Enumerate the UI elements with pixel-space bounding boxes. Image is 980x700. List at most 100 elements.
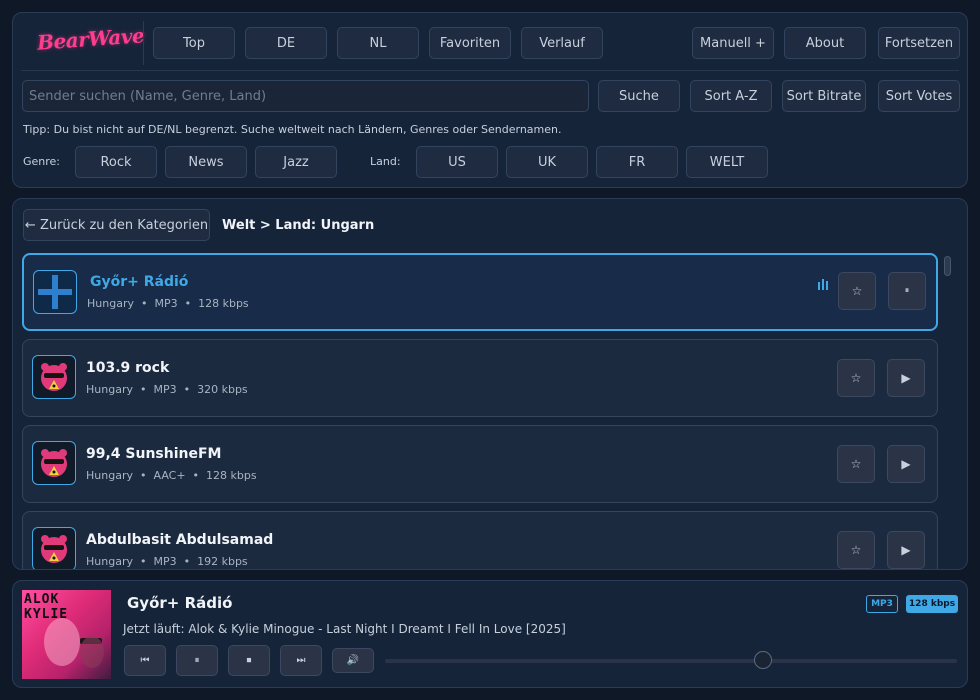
station-codec: MP3 (153, 383, 177, 396)
play-icon: ▶ (901, 371, 911, 385)
genre-label: Genre: (23, 155, 61, 168)
back-to-categories-button[interactable]: ← Zurück zu den Kategorien (23, 209, 210, 241)
star-icon: ☆ (850, 371, 862, 385)
equalizer-icon (818, 279, 828, 290)
station-card[interactable]: Abdulbasit Abdulsamad Hungary • MP3 • 19… (22, 511, 938, 569)
search-input[interactable] (22, 80, 589, 112)
nav-history-button[interactable]: Verlauf (521, 27, 603, 59)
station-card-active[interactable]: Győr+ Rádió Hungary • MP3 • 128 kbps ☆ ⏸ (22, 253, 938, 331)
station-country: Hungary (87, 297, 134, 310)
star-icon: ☆ (850, 543, 862, 557)
station-codec: MP3 (154, 297, 178, 310)
meta-separator: • (184, 297, 192, 310)
breadcrumb: Welt > Land: Ungarn (222, 218, 375, 233)
station-codec: MP3 (153, 555, 177, 568)
star-icon: ☆ (850, 457, 862, 471)
meta-separator: • (183, 383, 191, 396)
mute-button[interactable]: 🔊 (332, 648, 374, 673)
station-logo-gyor (33, 270, 77, 314)
next-icon: ⏭ (296, 655, 306, 666)
search-button[interactable]: Suche (598, 80, 680, 112)
stop-icon: ⏹ (246, 655, 252, 666)
country-label: Land: (370, 155, 401, 168)
sort-votes-button[interactable]: Sort Votes (878, 80, 960, 112)
genre-rock-button[interactable]: Rock (75, 146, 157, 178)
station-name: Abdulbasit Abdulsamad (86, 532, 274, 548)
play-icon: ▶ (901, 543, 911, 557)
station-meta: Hungary • MP3 • 128 kbps (87, 297, 249, 310)
star-icon: ☆ (851, 284, 863, 298)
pause-button[interactable]: ⏸ (888, 272, 926, 310)
meta-separator: • (139, 555, 147, 568)
favorite-button[interactable]: ☆ (838, 272, 876, 310)
meta-separator: • (140, 297, 148, 310)
station-bitrate: 128 kbps (198, 297, 249, 310)
station-card[interactable]: 103.9 rock Hungary • MP3 • 320 kbps ☆ ▶ (22, 339, 938, 417)
genre-jazz-button[interactable]: Jazz (255, 146, 337, 178)
album-cover: ALOK KYLIE (22, 590, 111, 679)
nav-nl-button[interactable]: NL (337, 27, 419, 59)
country-us-button[interactable]: US (416, 146, 498, 178)
pause-icon: ⏸ (194, 655, 200, 666)
station-name: Győr+ Rádió (90, 274, 189, 290)
station-bitrate: 128 kbps (206, 469, 257, 482)
station-meta: Hungary • MP3 • 320 kbps (86, 383, 248, 396)
app-logo: BearWave (36, 23, 145, 55)
pause-icon: ⏸ (904, 286, 910, 296)
top-panel: BearWave Top DE NL Favoriten Verlauf Man… (12, 12, 968, 188)
cover-art-icon (44, 618, 104, 668)
previous-button[interactable]: ⏮ (124, 645, 166, 676)
play-button[interactable]: ▶ (887, 445, 925, 483)
nav-de-button[interactable]: DE (245, 27, 327, 59)
station-logo-bear (32, 527, 76, 569)
play-button[interactable]: ▶ (887, 359, 925, 397)
now-playing-station: Győr+ Rádió (127, 594, 233, 612)
bear-logo-icon (41, 449, 67, 477)
about-button[interactable]: About (784, 27, 866, 59)
country-world-button[interactable]: WELT (686, 146, 768, 178)
volume-slider-handle[interactable] (753, 651, 772, 669)
station-bitrate: 320 kbps (197, 383, 248, 396)
station-country: Hungary (86, 469, 133, 482)
manual-add-button[interactable]: Manuell + (692, 27, 774, 59)
meta-separator: • (139, 383, 147, 396)
country-uk-button[interactable]: UK (506, 146, 588, 178)
resume-button[interactable]: Fortsetzen (878, 27, 960, 59)
station-country: Hungary (86, 555, 133, 568)
bitrate-badge: 128 kbps (906, 595, 958, 613)
list-scrollbar[interactable] (944, 256, 951, 276)
meta-separator: • (183, 555, 191, 568)
station-bitrate: 192 kbps (197, 555, 248, 568)
meta-separator: • (139, 469, 147, 482)
previous-icon: ⏮ (140, 655, 150, 666)
bear-logo-icon (41, 535, 67, 563)
station-card[interactable]: 99,4 SunshineFM Hungary • AAC+ • 128 kbp… (22, 425, 938, 503)
meta-separator: • (192, 469, 200, 482)
stop-button[interactable]: ⏹ (228, 645, 270, 676)
search-tip: Tipp: Du bist nicht auf DE/NL begrenzt. … (23, 123, 562, 136)
volume-icon: 🔊 (346, 655, 360, 666)
sort-az-button[interactable]: Sort A-Z (690, 80, 772, 112)
play-icon: ▶ (901, 457, 911, 471)
station-meta: Hungary • AAC+ • 128 kbps (86, 469, 257, 482)
sort-bitrate-button[interactable]: Sort Bitrate (782, 80, 866, 112)
station-codec: AAC+ (153, 469, 186, 482)
play-button[interactable]: ▶ (887, 531, 925, 569)
nav-favorites-button[interactable]: Favoriten (429, 27, 511, 59)
next-button[interactable]: ⏭ (280, 645, 322, 676)
volume-slider-track[interactable] (385, 659, 957, 663)
nav-top-button[interactable]: Top (153, 27, 235, 59)
favorite-button[interactable]: ☆ (837, 445, 875, 483)
codec-badge: MP3 (866, 595, 898, 613)
favorite-button[interactable]: ☆ (837, 359, 875, 397)
station-list-panel: ← Zurück zu den Kategorien Welt > Land: … (12, 198, 968, 570)
favorite-button[interactable]: ☆ (837, 531, 875, 569)
nav-divider (143, 21, 144, 65)
player-pause-button[interactable]: ⏸ (176, 645, 218, 676)
station-name: 99,4 SunshineFM (86, 446, 222, 462)
station-logo-bear (32, 441, 76, 485)
genre-news-button[interactable]: News (165, 146, 247, 178)
station-logo-bear (32, 355, 76, 399)
now-playing-track: Jetzt läuft: Alok & Kylie Minogue - Last… (123, 622, 566, 636)
country-fr-button[interactable]: FR (596, 146, 678, 178)
